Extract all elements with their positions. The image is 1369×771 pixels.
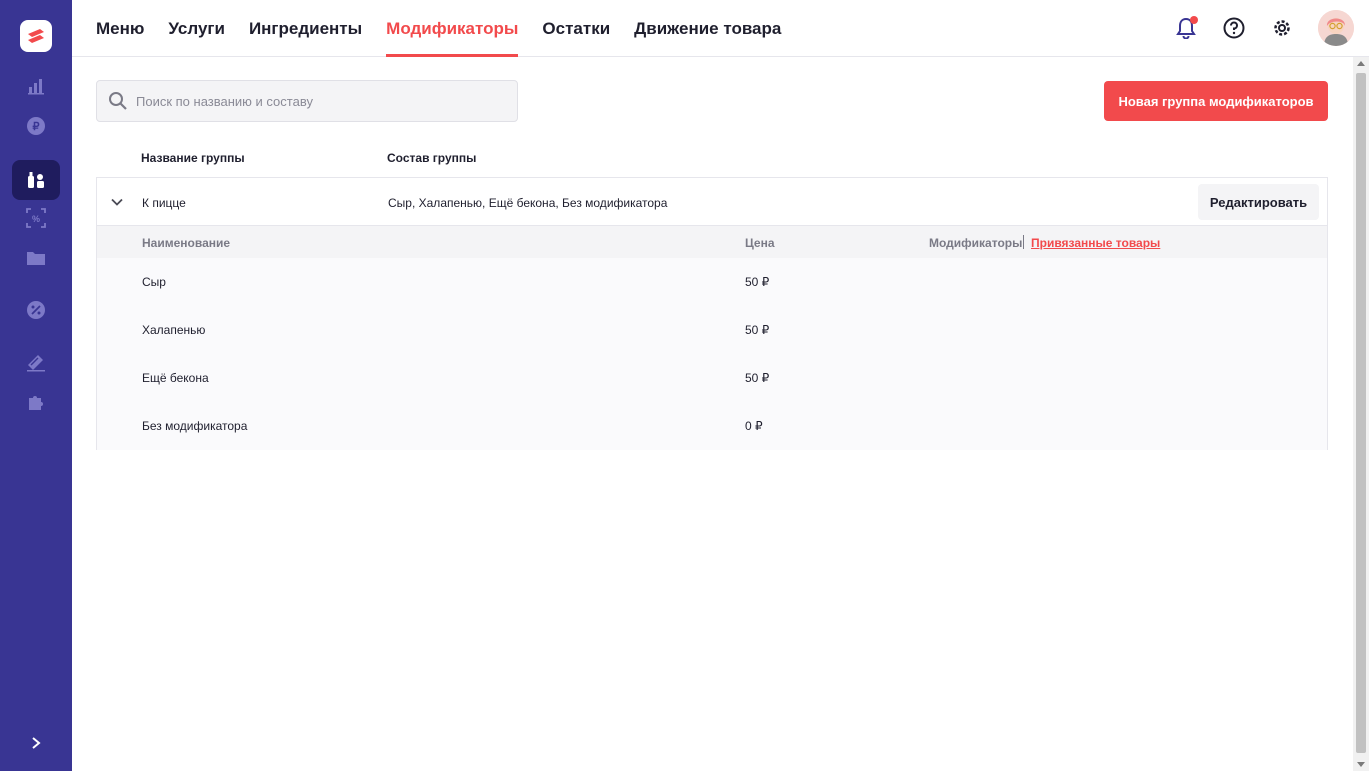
tab-goods-movement[interactable]: Движение товара [634,0,781,57]
discount-icon[interactable]: % [12,198,60,238]
item-name: Сыр [142,275,166,289]
item-name: Халапенью [142,323,206,337]
items-list: Сыр 50 ₽ Халапенью 50 ₽ Ещё бекона 50 ₽ … [97,258,1327,450]
new-modifier-group-button[interactable]: Новая группа модификаторов [1104,81,1328,121]
folder-icon[interactable] [12,238,60,278]
notification-dot [1190,16,1198,24]
tab-services[interactable]: Услуги [168,0,225,57]
item-price: 0 ₽ [745,419,763,433]
list-item: Ещё бекона 50 ₽ [97,354,1327,402]
item-name: Без модификатора [142,419,248,433]
sidebar: ₽ % [0,0,72,771]
expand-icon[interactable] [24,731,48,755]
group-composition: Сыр, Халапенью, Ещё бекона, Без модифика… [388,196,668,210]
chevron-down-icon[interactable] [109,194,125,210]
group-name: К пицце [142,196,186,210]
list-item: Халапенью 50 ₽ [97,306,1327,354]
list-item: Сыр 50 ₽ [97,258,1327,306]
column-header-group-composition: Состав группы [387,151,477,165]
tab-ingredients[interactable]: Ингредиенты [249,0,362,57]
toggle-divider [1023,235,1024,249]
marketing-icon[interactable] [12,342,60,382]
svg-text:%: % [32,214,40,224]
item-price: 50 ₽ [745,323,770,337]
top-navigation: Меню Услуги Ингредиенты Модификаторы Ост… [72,0,1369,57]
integrations-icon[interactable] [12,382,60,422]
menu-items-icon[interactable] [12,160,60,200]
svg-text:₽: ₽ [33,121,40,133]
promo-icon[interactable] [12,290,60,330]
items-header: Наименование Цена Модификаторы Привязанн… [97,226,1327,258]
column-header-item-name: Наименование [142,236,231,250]
stats-icon[interactable] [12,66,60,106]
modifier-group: К пицце Сыр, Халапенью, Ещё бекона, Без … [96,177,1328,450]
top-icons [1174,10,1354,46]
modifiers-view-toggle[interactable]: Модификаторы [929,236,1022,250]
tab-menu[interactable]: Меню [96,0,144,57]
column-header-price: Цена [745,236,775,250]
edit-button[interactable]: Редактировать [1198,184,1319,220]
help-icon[interactable] [1222,16,1246,40]
list-item: Без модификатора 0 ₽ [97,402,1327,450]
scroll-up-arrow[interactable] [1357,61,1365,66]
item-name: Ещё бекона [142,371,209,385]
tab-modifiers[interactable]: Модификаторы [386,0,519,57]
tab-stock[interactable]: Остатки [542,0,610,57]
linked-products-link[interactable]: Привязанные товары [1031,236,1160,250]
item-price: 50 ₽ [745,371,770,385]
tabs: Меню Услуги Ингредиенты Модификаторы Ост… [96,0,805,57]
scroll-down-arrow[interactable] [1357,762,1365,767]
scroll-thumb[interactable] [1356,73,1366,753]
bell-icon[interactable] [1174,16,1198,40]
group-row[interactable]: К пицце Сыр, Халапенью, Ещё бекона, Без … [97,178,1327,226]
column-header-group-name: Название группы [141,151,245,165]
scrollbar[interactable] [1353,57,1369,771]
avatar[interactable] [1318,10,1354,46]
search-input[interactable] [136,93,496,109]
search-icon [109,92,127,110]
item-price: 50 ₽ [745,275,770,289]
ruble-icon[interactable]: ₽ [12,106,60,146]
search-box [96,80,518,122]
logo-icon[interactable] [20,20,52,52]
gear-icon[interactable] [1270,16,1294,40]
